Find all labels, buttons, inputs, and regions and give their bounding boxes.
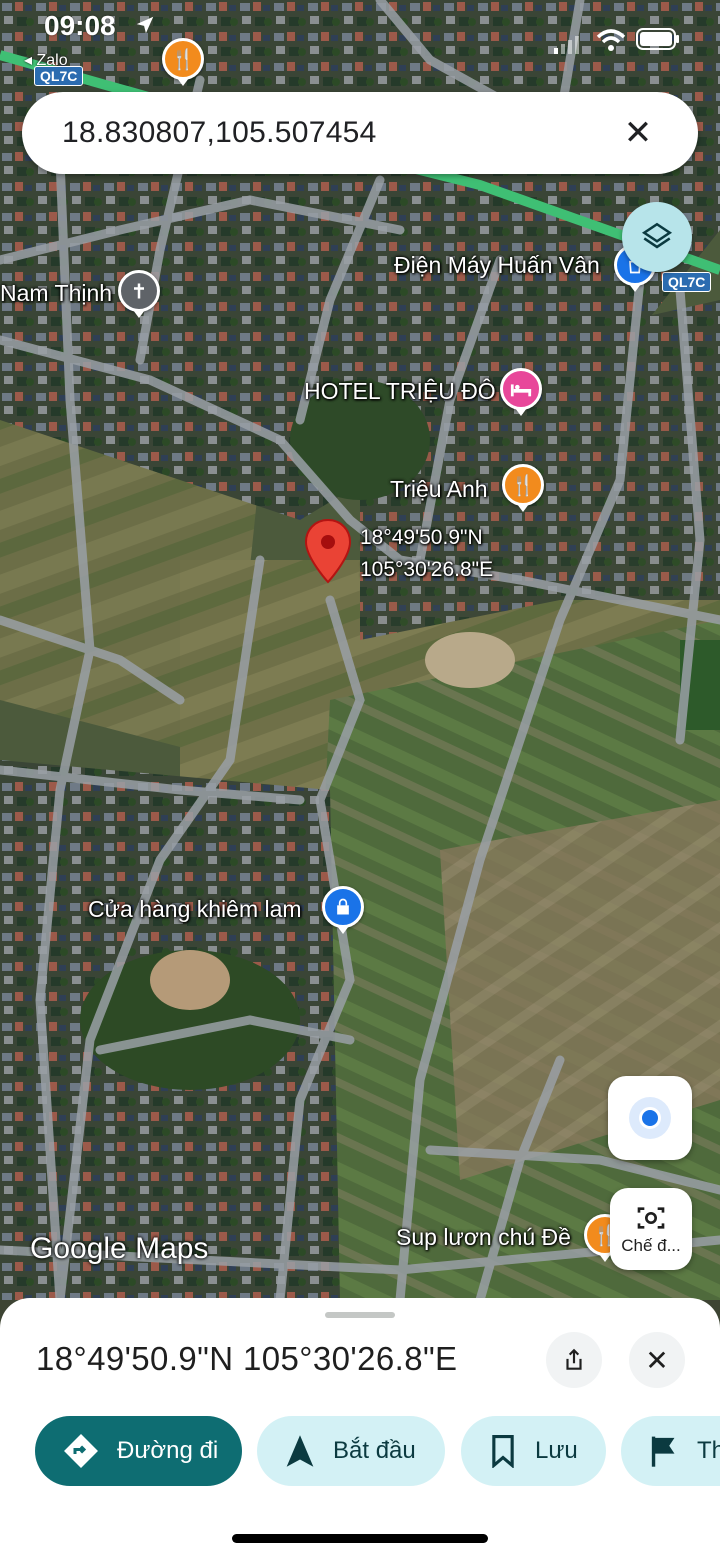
shopping-icon [337,898,349,915]
directions-label: Đường đi [117,1437,219,1464]
save-label: Lưu [535,1437,578,1464]
poi-label-hotel[interactable]: HOTEL TRIỆU ĐÔ [304,378,496,405]
google-maps-attribution: Google Maps [30,1232,209,1265]
close-icon[interactable]: ✕ [618,113,658,153]
poi-label-nam-thinh[interactable]: Nam Thịnh [0,280,112,307]
poi-label-cua-hang[interactable]: Cửa hàng khiêm lam [88,896,302,923]
place-bottom-sheet[interactable]: 18°49'50.9"N 105°30'26.8"E ✕ Đường đi Bắ… [0,1298,720,1559]
layers-icon [641,222,673,249]
pin-coord-lat: 18°49'50.9"N [360,526,483,549]
poi-pin-cua-hang[interactable] [322,886,364,934]
lens-button[interactable]: Chế đ... [610,1188,692,1270]
my-location-button[interactable] [608,1076,692,1160]
road-shield-right: QL7C [662,272,712,292]
poi-label-sup-luon[interactable]: Sup lươn chú Đề [396,1224,571,1251]
road-shield-left: QL7C [34,66,84,86]
start-button[interactable]: Bắt đầu [257,1416,445,1486]
restaurant-pin-top[interactable]: 🍴 [162,38,204,86]
status-time: 09:08 [44,10,116,41]
church-icon [134,283,144,299]
home-indicator[interactable] [232,1534,488,1543]
wifi-icon [596,28,626,57]
directions-button[interactable]: Đường đi [35,1416,242,1486]
lens-label: Chế đ... [621,1236,681,1255]
location-dot-icon [639,1107,661,1129]
bookmark-icon [489,1434,517,1468]
sheet-drag-handle[interactable] [325,1312,395,1318]
share-button[interactable] [546,1332,602,1388]
save-button[interactable]: Lưu [461,1416,606,1486]
dropped-pin[interactable] [304,518,352,589]
poi-pin-nam-thinh[interactable] [118,270,160,318]
battery-icon [636,28,680,55]
close-icon: ✕ [645,1344,669,1376]
search-query[interactable]: 18.830807,105.507454 [62,116,618,150]
poi-pin-hotel[interactable] [500,368,542,416]
location-arrow-icon [134,14,156,41]
satellite-map[interactable]: 09:08 ◂ Zalo 🍴 QL7C QL7C Điện Máy Huấn V… [0,0,720,1300]
restaurant-icon: 🍴 [170,48,196,71]
hotel-icon [510,384,532,397]
flag-icon [649,1434,679,1468]
layers-button[interactable] [622,202,692,272]
pin-coord-lng: 105°30'26.8"E [360,558,494,581]
share-icon [566,1348,582,1370]
search-bar[interactable]: 18.830807,105.507454 ✕ [22,92,698,174]
more-button[interactable]: Th [621,1416,720,1486]
poi-label-dien-may[interactable]: Điện Máy Huấn Vân [394,252,600,279]
directions-icon [63,1433,99,1469]
poi-label-trieu-anh[interactable]: Triệu Anh [390,476,488,503]
place-title: 18°49'50.9"N 105°30'26.8"E [36,1340,458,1377]
start-label: Bắt đầu [333,1437,416,1464]
camera-lens-icon [637,1207,665,1229]
navigation-arrow-icon [285,1434,315,1468]
more-label: Th [697,1437,720,1464]
close-sheet-button[interactable]: ✕ [629,1332,685,1388]
poi-pin-trieu-anh[interactable]: 🍴 [502,464,544,512]
signal-icon [552,36,582,59]
restaurant-icon: 🍴 [510,474,536,497]
